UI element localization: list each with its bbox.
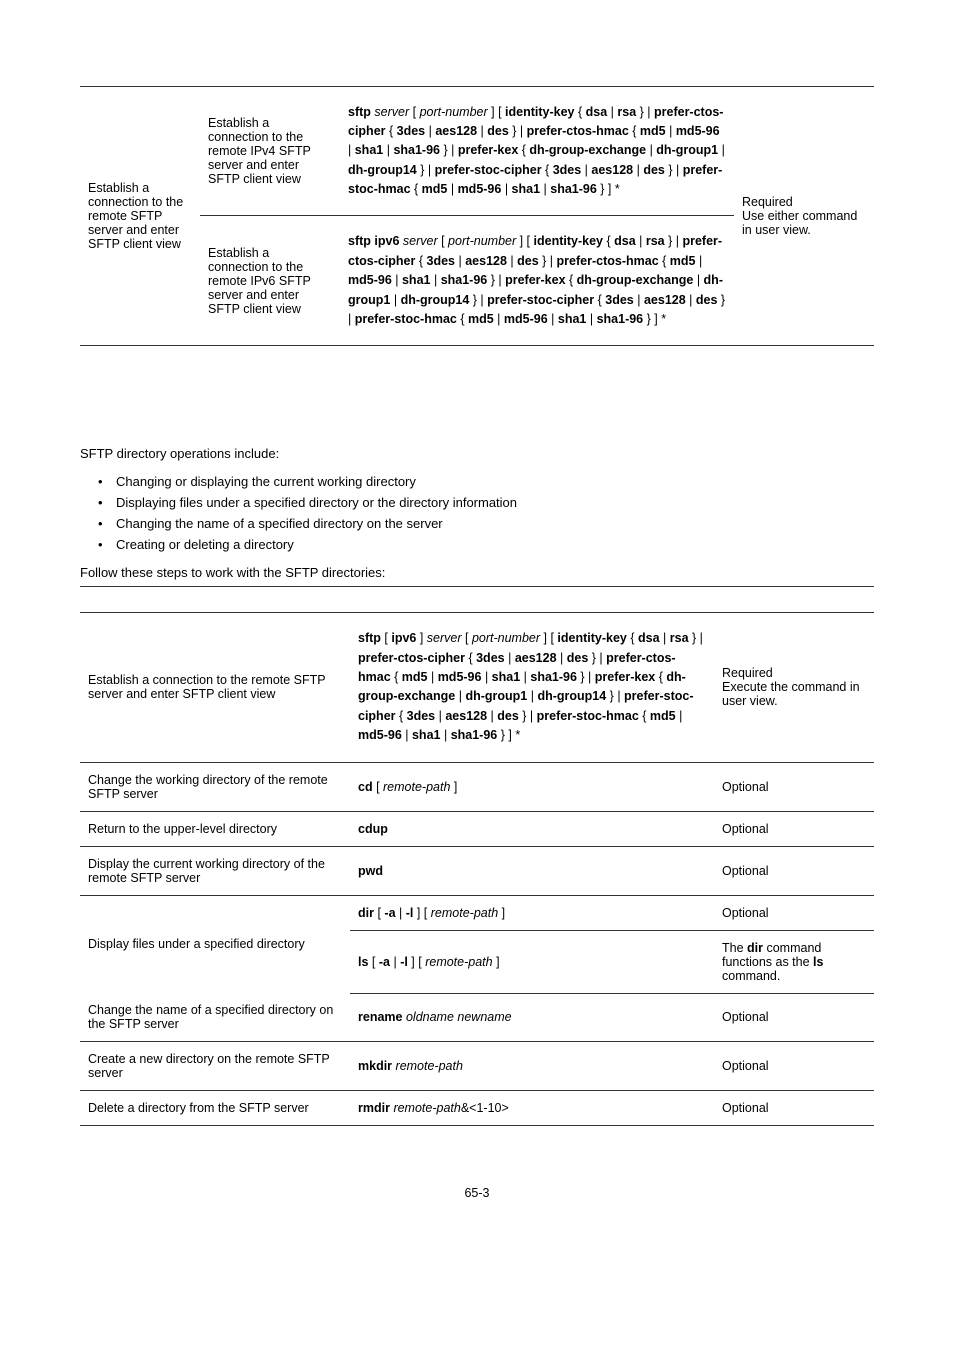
dir-row2-rem: Optional xyxy=(714,762,874,811)
dir-row3-desc: Return to the upper-level directory xyxy=(80,811,350,846)
dir-row5b-cmd: ls [ -a | -l ] [ remote-path ] xyxy=(350,930,714,993)
dir-row7-rem: Optional xyxy=(714,1042,874,1091)
dir-row8-desc: Delete a directory from the SFTP server xyxy=(80,1091,350,1126)
bullet-4: Creating or deleting a directory xyxy=(98,534,874,555)
bullet-3: Changing the name of a specified directo… xyxy=(98,513,874,534)
top-row2-cmd: sftp ipv6 server [ port-number ] [ ident… xyxy=(340,216,734,346)
dir-row5a-cmd: dir [ -a | -l ] [ remote-path ] xyxy=(350,895,714,930)
follow-text: Follow these steps to work with the SFTP… xyxy=(80,565,874,580)
dir-row4-desc: Display the current working directory of… xyxy=(80,846,350,895)
top-col1: Establish a connection to the remote SFT… xyxy=(80,86,200,346)
dir-row8-rem: Optional xyxy=(714,1091,874,1126)
top-remarks: Required Use either command in user view… xyxy=(734,86,874,346)
intro-text: SFTP directory operations include: xyxy=(80,446,874,461)
page-number: 65-3 xyxy=(80,1186,874,1200)
bullet-list: Changing or displaying the current worki… xyxy=(80,471,874,555)
dir-row2-desc: Change the working directory of the remo… xyxy=(80,762,350,811)
dir-row1-desc: Establish a connection to the remote SFT… xyxy=(80,613,350,762)
dir-row8-cmd: rmdir remote-path&<1-10> xyxy=(350,1091,714,1126)
dir-row5-desc: Display files under a specified director… xyxy=(80,895,350,993)
top-row2-desc: Establish a connection to the remote IPv… xyxy=(200,216,340,346)
dir-row7-desc: Create a new directory on the remote SFT… xyxy=(80,1042,350,1091)
top-table: Establish a connection to the remote SFT… xyxy=(80,60,874,346)
dir-row7-cmd: mkdir remote-path xyxy=(350,1042,714,1091)
dir-row5b-rem: The dir command functions as the ls comm… xyxy=(714,930,874,993)
dir-row1-cmd: sftp [ ipv6 ] server [ port-number ] [ i… xyxy=(350,613,714,762)
bullet-2: Displaying files under a specified direc… xyxy=(98,492,874,513)
dir-row3-rem: Optional xyxy=(714,811,874,846)
dir-row4-cmd: pwd xyxy=(350,846,714,895)
dir-row1-rem: Required Execute the command in user vie… xyxy=(714,613,874,762)
dir-row4-rem: Optional xyxy=(714,846,874,895)
top-row1-cmd: sftp server [ port-number ] [ identity-k… xyxy=(340,86,734,216)
dir-row6-desc: Change the name of a specified directory… xyxy=(80,993,350,1042)
dir-row2-cmd: cd [ remote-path ] xyxy=(350,762,714,811)
dir-table: Establish a connection to the remote SFT… xyxy=(80,586,874,1126)
dir-row6-cmd: rename oldname newname xyxy=(350,993,714,1042)
top-row1-desc: Establish a connection to the remote IPv… xyxy=(200,86,340,216)
bullet-1: Changing or displaying the current worki… xyxy=(98,471,874,492)
dir-row3-cmd: cdup xyxy=(350,811,714,846)
dir-row6-rem: Optional xyxy=(714,993,874,1042)
dir-row5a-rem: Optional xyxy=(714,895,874,930)
